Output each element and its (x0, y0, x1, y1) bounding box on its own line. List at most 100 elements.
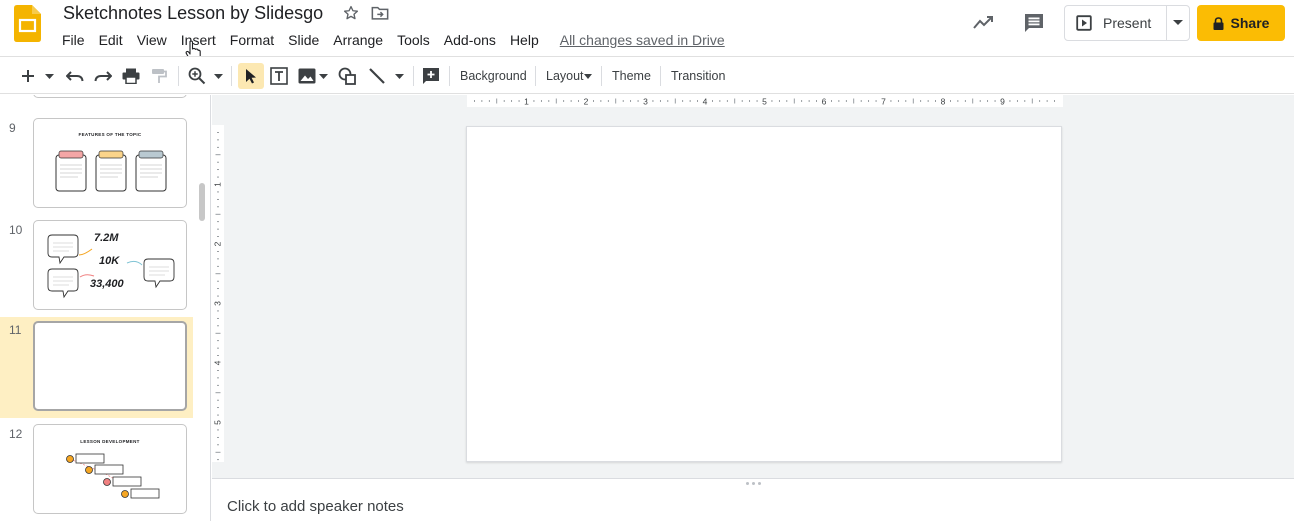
shapes-icon (338, 67, 356, 85)
text-box-icon (270, 67, 288, 85)
ruler-label: 1 (213, 182, 223, 187)
speaker-notes-panel[interactable]: Click to add speaker notes (212, 478, 1294, 521)
select-tool-button[interactable] (238, 63, 264, 89)
zoom-button[interactable] (186, 65, 208, 87)
slide-editor-workspace: 1 2 3 4 5 6 7 8 9 1 2 3 4 5 (212, 95, 1294, 478)
slide-preview (33, 95, 187, 98)
zoom-dropdown[interactable] (211, 65, 225, 87)
toolbar-separator (449, 66, 450, 86)
move-to-folder-icon[interactable] (371, 5, 389, 21)
present-options-dropdown[interactable] (1167, 6, 1189, 40)
insert-image-dropdown[interactable] (316, 65, 330, 87)
present-button[interactable]: Present (1065, 6, 1168, 40)
line-icon (369, 68, 385, 84)
slide-number: 9 (9, 121, 16, 135)
slide-thumbnail-12[interactable]: 12 LESSON DEVELOPMENT (0, 421, 193, 521)
present-icon (1076, 15, 1092, 31)
comment-icon[interactable] (1023, 12, 1045, 34)
ruler-label: 5 (762, 97, 767, 107)
menu-view[interactable]: View (130, 30, 174, 50)
notes-resize-handle[interactable] (746, 482, 761, 485)
undo-button[interactable] (64, 65, 86, 87)
slide-canvas[interactable] (466, 126, 1062, 462)
save-status-link[interactable]: All changes saved in Drive (560, 32, 725, 48)
insert-image-button[interactable] (296, 65, 318, 87)
caret-down-icon (213, 73, 223, 79)
theme-button[interactable]: Theme (612, 67, 651, 85)
new-slide-layout-dropdown[interactable] (42, 65, 56, 87)
present-button-group: Present (1064, 5, 1190, 41)
slide-thumbnail-9[interactable]: 9 FEATURES OF THE TOPIC (0, 115, 193, 215)
print-button[interactable] (120, 65, 142, 87)
redo-button[interactable] (92, 65, 114, 87)
line-button[interactable] (366, 65, 388, 87)
stat-value: 10K (99, 255, 120, 267)
slide-preview: LESSON DEVELOPMENT (33, 424, 187, 514)
shape-button[interactable] (336, 65, 358, 87)
ruler-label: 1 (524, 97, 529, 107)
redo-icon (94, 71, 112, 82)
print-icon (122, 68, 140, 84)
ruler-label: 2 (213, 241, 223, 246)
toolbar-separator (413, 66, 414, 86)
menu-arrange[interactable]: Arrange (326, 30, 390, 50)
ruler-label: 7 (881, 97, 886, 107)
menu-bar: File Edit View Insert Format Slide Arran… (55, 29, 725, 51)
caret-down-icon (44, 73, 54, 79)
slides-logo-icon[interactable] (14, 5, 41, 42)
speaker-notes-placeholder: Click to add speaker notes (227, 498, 404, 515)
new-slide-button[interactable] (18, 65, 38, 87)
transition-button[interactable]: Transition (671, 67, 725, 85)
menu-edit[interactable]: Edit (92, 30, 130, 50)
ruler-label: 4 (703, 97, 708, 107)
star-icon[interactable] (342, 4, 360, 22)
horizontal-ruler[interactable]: 1 2 3 4 5 6 7 8 9 (467, 95, 1063, 107)
text-box-button[interactable] (268, 65, 290, 87)
slide-filmstrip: 9 FEATURES OF THE TOPIC 10 7.2M 10K 33,4… (0, 95, 211, 521)
toolbar-separator (660, 66, 661, 86)
activity-trend-icon[interactable] (972, 13, 994, 31)
slide-thumbnail-8[interactable] (0, 95, 193, 105)
ruler-label: 3 (643, 97, 648, 107)
slide-preview (33, 321, 187, 411)
menu-slide[interactable]: Slide (281, 30, 326, 50)
slide-illustration (66, 453, 160, 499)
ruler-label: 9 (1000, 97, 1005, 107)
app-header: Sketchnotes Lesson by Slidesgo File Edit… (0, 0, 1294, 62)
slide-preview: 7.2M 10K 33,400 (33, 220, 187, 310)
paint-format-button[interactable] (148, 65, 170, 87)
toolbar-separator (601, 66, 602, 86)
slide-thumbnail-10[interactable]: 10 7.2M 10K 33,400 (0, 217, 193, 317)
toolbar: Background Layout Theme Transition (0, 56, 1294, 135)
toolbar-separator (231, 66, 232, 86)
arrow-cursor-icon (246, 69, 256, 84)
image-icon (298, 68, 316, 84)
ruler-label: 3 (213, 301, 223, 306)
background-button[interactable]: Background (460, 67, 527, 85)
line-dropdown[interactable] (392, 65, 406, 87)
share-button[interactable]: Share (1197, 5, 1285, 41)
ruler-label: 2 (584, 97, 589, 107)
slide-preview: FEATURES OF THE TOPIC (33, 118, 187, 208)
document-title[interactable]: Sketchnotes Lesson by Slidesgo (63, 3, 323, 24)
menu-file[interactable]: File (55, 30, 92, 50)
menu-add-ons[interactable]: Add-ons (437, 30, 503, 50)
vertical-ruler[interactable]: 1 2 3 4 5 (212, 125, 224, 462)
stat-value: 7.2M (94, 232, 119, 244)
ruler-label: 5 (213, 420, 223, 425)
filmstrip-scrollbar[interactable] (199, 183, 205, 221)
present-label: Present (1103, 15, 1152, 31)
slide-thumbnail-11[interactable]: 11 (0, 317, 193, 418)
caret-down-icon (584, 74, 592, 79)
lock-icon (1213, 16, 1224, 30)
caret-down-icon (318, 73, 328, 79)
menu-help[interactable]: Help (503, 30, 546, 50)
slide-number: 11 (9, 323, 22, 337)
slide-number: 10 (9, 223, 23, 237)
layout-button[interactable]: Layout (546, 67, 584, 85)
menu-tools[interactable]: Tools (390, 30, 437, 50)
menu-format[interactable]: Format (223, 30, 281, 50)
plus-icon (22, 70, 34, 82)
add-comment-button[interactable] (420, 65, 442, 87)
ruler-label: 4 (213, 360, 223, 365)
